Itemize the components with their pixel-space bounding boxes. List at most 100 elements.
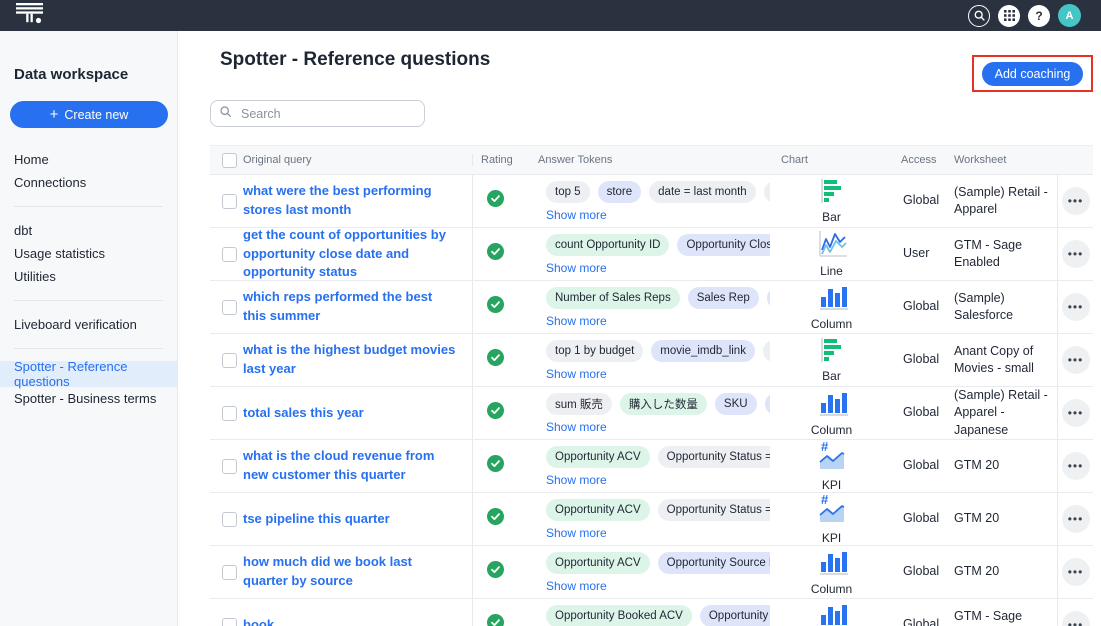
access-value: Global — [903, 404, 939, 422]
worksheet-name: GTM 20 — [954, 563, 999, 581]
show-more-link[interactable]: Show more — [546, 526, 770, 540]
answer-tokens: Opportunity ACVOpportunity Status = 'p — [546, 499, 770, 521]
row-checkbox[interactable] — [222, 512, 237, 527]
app-window: ? A Data workspace + Create new HomeConn… — [0, 0, 1101, 626]
column-chart-icon — [815, 602, 849, 626]
chart-type-label: Column — [811, 317, 852, 331]
chart-type-label: Line — [820, 264, 843, 278]
row-actions-button[interactable]: ••• — [1062, 505, 1090, 533]
row-actions-button[interactable]: ••• — [1062, 346, 1090, 374]
row-actions-button[interactable]: ••• — [1062, 558, 1090, 586]
row-checkbox[interactable] — [222, 194, 237, 209]
access-value: Global — [903, 616, 939, 626]
sidebar-item-home[interactable]: Home — [0, 148, 177, 171]
column-header-chart[interactable]: Chart — [770, 154, 893, 166]
chart-type-label: KPI — [822, 531, 841, 545]
show-more-link[interactable]: Show more — [546, 579, 770, 593]
table-row: what is the highest budget movies last y… — [210, 334, 1093, 387]
row-actions-button[interactable]: ••• — [1062, 293, 1090, 321]
worksheet-name: Anant Copy of Movies - small — [954, 343, 1053, 378]
column-header-worksheet[interactable]: Worksheet — [946, 154, 1057, 166]
sidebar-item-spotter-reference-questions[interactable]: Spotter - Reference questions — [0, 361, 177, 387]
worksheet-name: (Sample) Retail - Apparel - Japanese — [954, 387, 1053, 440]
query-link[interactable]: tse pipeline this quarter — [243, 510, 390, 529]
column-chart-icon — [815, 284, 849, 316]
add-coaching-button[interactable]: Add coaching — [982, 62, 1083, 86]
row-checkbox[interactable] — [222, 565, 237, 580]
answer-tokens: top 1 by budgetmovie_imdb_linkc — [546, 340, 770, 362]
column-header-rating[interactable]: Rating — [472, 154, 538, 166]
sidebar-divider — [14, 348, 163, 349]
worksheet-name: GTM 20 — [954, 510, 999, 528]
chart-type-label: Column — [811, 423, 852, 437]
row-checkbox[interactable] — [222, 300, 237, 315]
token-chip: Opportunity S — [700, 605, 770, 626]
token-chip: s — [764, 181, 770, 203]
token-chip: Opportunity Status = 't — [658, 446, 770, 468]
show-more-link[interactable]: Show more — [546, 367, 770, 381]
token-chip: c — [763, 340, 770, 362]
table-body: what were the best performing stores las… — [210, 175, 1093, 626]
search-field[interactable] — [210, 100, 425, 127]
query-link[interactable]: get the count of opportunities by opport… — [243, 226, 458, 283]
sidebar-item-utilities[interactable]: Utilities — [0, 265, 177, 288]
row-actions-button[interactable]: ••• — [1062, 187, 1090, 215]
sidebar-item-usage-statistics[interactable]: Usage statistics — [0, 242, 177, 265]
create-new-button[interactable]: + Create new — [10, 101, 168, 128]
line-chart-icon — [815, 230, 849, 263]
search-icon[interactable] — [968, 5, 990, 27]
sidebar-item-spotter-business-terms[interactable]: Spotter - Business terms — [0, 387, 177, 410]
query-link[interactable]: how much did we book last quarter by sou… — [243, 553, 458, 591]
column-header-original-query[interactable]: Original query — [243, 154, 472, 166]
token-chip: Opportunity ACV — [546, 499, 650, 521]
token-chip: Opportunity Booked ACV — [546, 605, 692, 626]
query-link[interactable]: what is the cloud revenue from new custo… — [243, 447, 458, 485]
column-header-access[interactable]: Access — [893, 154, 946, 166]
sidebar-item-dbt[interactable]: dbt — [0, 219, 177, 242]
query-link[interactable]: total sales this year — [243, 404, 364, 423]
answer-tokens: Opportunity ACV Opportunity Status = 't — [546, 446, 770, 468]
access-value: Global — [903, 298, 939, 316]
row-checkbox[interactable] — [222, 353, 237, 368]
help-icon[interactable]: ? — [1028, 5, 1050, 27]
show-more-link[interactable]: Show more — [546, 420, 770, 434]
row-checkbox[interactable] — [222, 618, 237, 626]
row-actions-button[interactable]: ••• — [1062, 399, 1090, 427]
access-value: Global — [903, 510, 939, 528]
sidebar-item-liveboard-verification[interactable]: Liveboard verification — [0, 313, 177, 336]
worksheet-name: GTM - Sage Enabled — [954, 237, 1053, 272]
select-all-checkbox[interactable] — [222, 153, 237, 168]
apps-grid-icon[interactable] — [998, 5, 1020, 27]
search-input[interactable] — [239, 106, 416, 122]
token-chip: Opportunity ACV — [546, 552, 650, 574]
thoughtspot-logo-icon[interactable] — [13, 1, 47, 30]
show-more-link[interactable]: Show more — [546, 208, 770, 222]
show-more-link[interactable]: Show more — [546, 261, 770, 275]
top-navigation-bar: ? A — [0, 0, 1101, 31]
query-link[interactable]: book — [243, 616, 274, 626]
row-actions-button[interactable]: ••• — [1062, 452, 1090, 480]
plus-icon: + — [50, 107, 59, 122]
row-checkbox[interactable] — [222, 459, 237, 474]
show-more-link[interactable]: Show more — [546, 473, 770, 487]
sidebar-item-connections[interactable]: Connections — [0, 171, 177, 194]
query-link[interactable]: what is the highest budget movies last y… — [243, 341, 458, 379]
column-header-answer-tokens[interactable]: Answer Tokens — [538, 154, 770, 166]
query-link[interactable]: what were the best performing stores las… — [243, 182, 458, 220]
answer-tokens: count Opportunity IDOpportunity Close — [546, 234, 770, 256]
reference-questions-table: Original query Rating Answer Tokens Char… — [210, 145, 1093, 626]
answer-tokens: Opportunity ACVOpportunity Source De — [546, 552, 770, 574]
row-checkbox[interactable] — [222, 406, 237, 421]
token-chip: Opportunity ACV — [546, 446, 650, 468]
row-checkbox[interactable] — [222, 247, 237, 262]
column-chart-icon — [815, 390, 849, 422]
table-row: which reps performed the best this summe… — [210, 281, 1093, 334]
row-actions-button[interactable]: ••• — [1062, 611, 1090, 626]
table-row: book Opportunity Booked ACV Opportunity S… — [210, 599, 1093, 626]
show-more-link[interactable]: Show more — [546, 314, 770, 328]
avatar[interactable]: A — [1058, 4, 1081, 27]
query-link[interactable]: which reps performed the best this summe… — [243, 288, 458, 326]
row-actions-button[interactable]: ••• — [1062, 240, 1090, 268]
worksheet-name: (Sample) Retail - Apparel — [954, 184, 1053, 219]
token-chip: count Opportunity ID — [546, 234, 669, 256]
